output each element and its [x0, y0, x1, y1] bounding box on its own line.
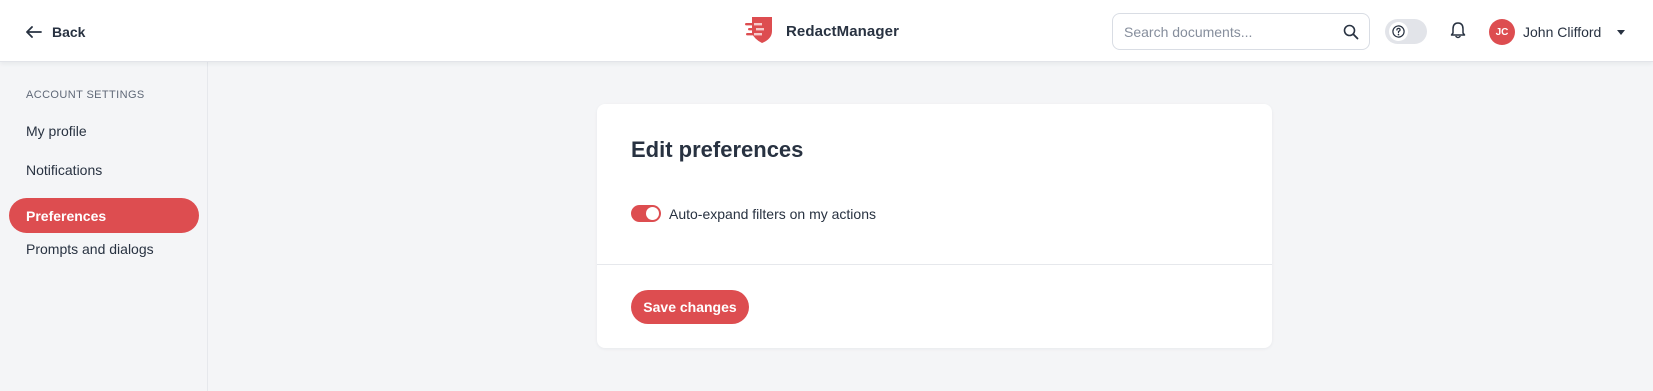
help-icon — [1389, 22, 1408, 41]
auto-expand-filters-label: Auto-expand filters on my actions — [669, 205, 876, 222]
user-menu[interactable]: JC John Clifford — [1489, 19, 1626, 45]
back-button[interactable]: Back — [26, 20, 85, 44]
back-label: Back — [52, 24, 86, 40]
preferences-card: Edit preferences Auto-expand filters on … — [597, 104, 1272, 348]
sidebar-item-notifications[interactable]: Notifications — [9, 152, 199, 187]
sidebar-item-my-profile[interactable]: My profile — [9, 113, 199, 148]
arrow-left-icon — [26, 26, 42, 38]
search-box — [1112, 13, 1370, 50]
search-icon[interactable] — [1343, 24, 1359, 45]
help-mode-toggle[interactable] — [1385, 19, 1427, 44]
logo-icon — [744, 13, 776, 50]
brand-name: RedactManager — [786, 22, 900, 40]
sidebar-item-preferences[interactable]: Preferences — [9, 198, 199, 233]
user-name: John Clifford — [1523, 24, 1602, 40]
page-title: Edit preferences — [631, 137, 804, 162]
top-bar: Back RedactManager JC — [0, 0, 1653, 62]
bell-icon[interactable] — [1450, 21, 1466, 44]
auto-expand-filters-setting: Auto-expand filters on my actions — [631, 205, 876, 222]
search-input[interactable] — [1124, 23, 1334, 40]
settings-sidebar: ACCOUNT SETTINGS My profile Notification… — [0, 62, 208, 391]
save-changes-button[interactable]: Save changes — [631, 290, 749, 324]
chevron-down-icon — [1617, 23, 1626, 41]
sidebar-section-title: ACCOUNT SETTINGS — [26, 89, 145, 101]
sidebar-item-prompts-and-dialogs[interactable]: Prompts and dialogs — [9, 231, 199, 266]
brand: RedactManager — [744, 14, 899, 48]
avatar: JC — [1489, 19, 1515, 45]
auto-expand-filters-toggle[interactable] — [631, 205, 661, 222]
divider — [597, 264, 1272, 265]
